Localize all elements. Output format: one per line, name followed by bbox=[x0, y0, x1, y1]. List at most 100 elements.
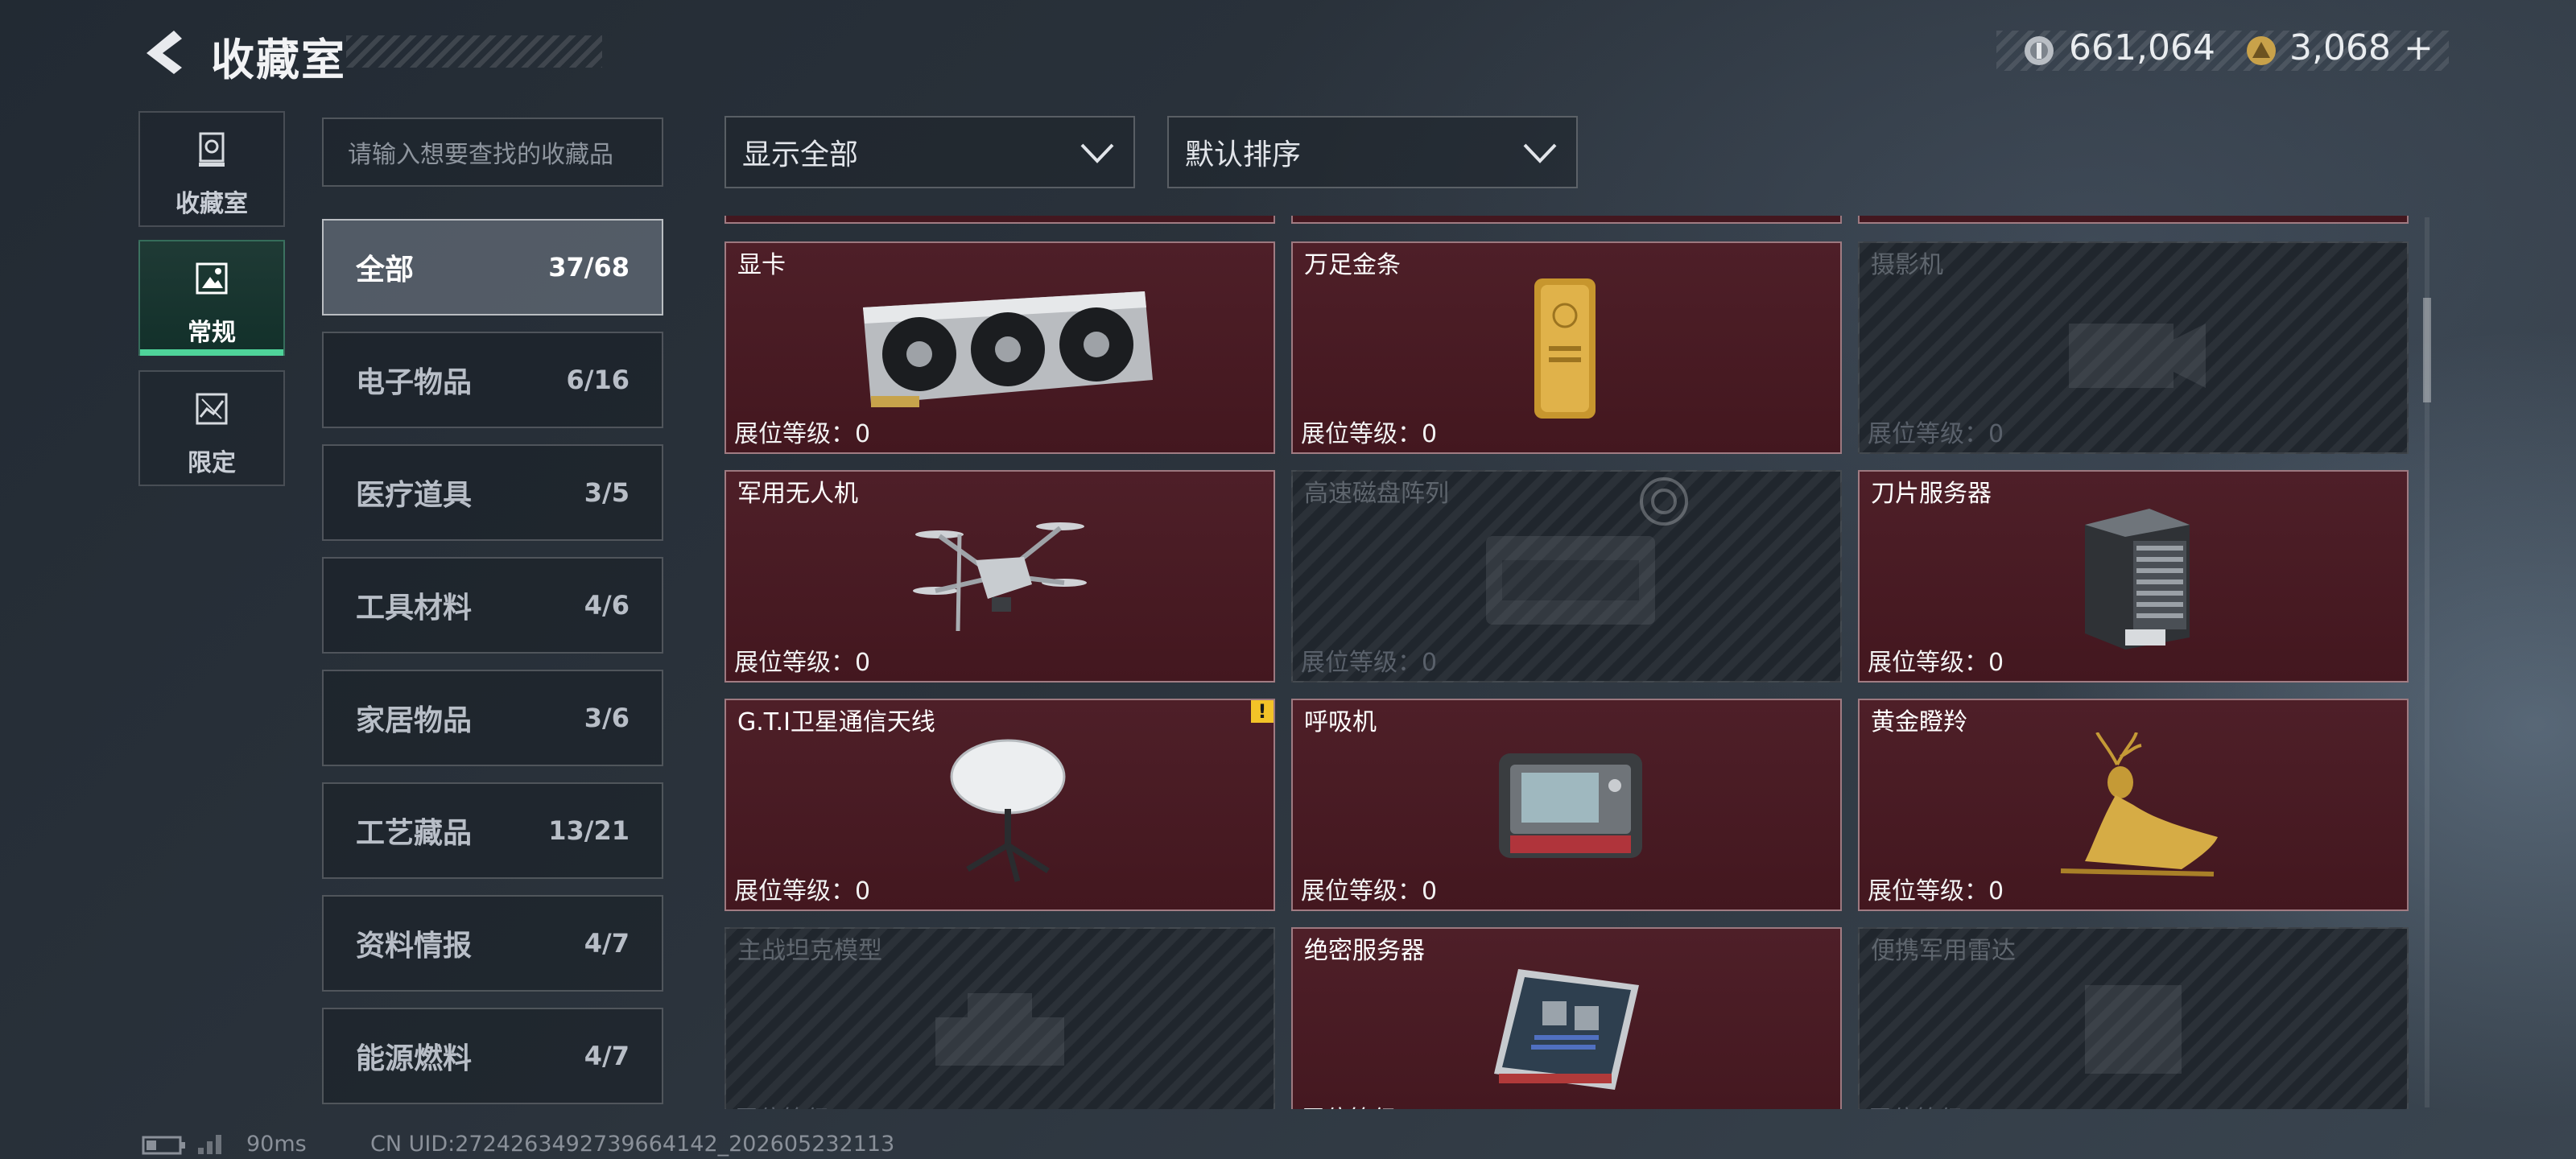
sort-value: 默认排序 bbox=[1185, 138, 1302, 171]
item-card-partial[interactable] bbox=[724, 216, 1275, 224]
category-count: 4/7 bbox=[584, 1041, 630, 1071]
item-name: 军用无人机 bbox=[737, 480, 858, 508]
item-card-graphics-card[interactable]: 显卡 展位等级：0 bbox=[724, 241, 1275, 454]
rail-tab-limited[interactable]: 限定 bbox=[138, 370, 285, 486]
category-name: 家居物品 bbox=[356, 704, 473, 737]
currency-gold-amount: 3,068 bbox=[2289, 27, 2391, 68]
category-count: 3/6 bbox=[584, 703, 630, 733]
item-name: 主战坦克模型 bbox=[737, 937, 882, 965]
item-card-partial[interactable] bbox=[1858, 216, 2409, 224]
rail-tab-label: 收藏室 bbox=[175, 190, 248, 218]
item-name: 绝密服务器 bbox=[1304, 937, 1425, 965]
category-medical[interactable]: 医疗道具 3/5 bbox=[322, 444, 663, 541]
warning-badge[interactable]: ! bbox=[1251, 700, 1274, 723]
item-name: G.T.I卫星通信天线 bbox=[737, 708, 935, 736]
item-level: 展位等级：0 bbox=[1868, 1099, 2004, 1109]
trophy-icon bbox=[199, 132, 225, 167]
limited-frame-icon bbox=[196, 393, 228, 425]
sort-dropdown[interactable]: 默认排序 bbox=[1167, 116, 1578, 188]
item-card-camera[interactable]: 摄影机 展位等级：0 bbox=[1858, 241, 2409, 454]
filter-show-value: 显示全部 bbox=[742, 138, 859, 171]
item-card-blade-server[interactable]: 刀片服务器 展位等级：0 bbox=[1858, 470, 2409, 683]
signal-icon bbox=[198, 1135, 221, 1154]
page-title: 收藏室 bbox=[211, 35, 346, 85]
collection-grid: 显卡 展位等级：0 万足金条 展位等级：0 摄影机 展位等级：0 军用无人机 展… bbox=[724, 216, 2412, 1109]
image-frame-icon bbox=[196, 262, 228, 295]
category-count: 3/5 bbox=[584, 477, 630, 508]
category-count: 4/7 bbox=[584, 928, 630, 959]
satellite-antenna-image bbox=[950, 739, 1066, 882]
item-level: 展位等级：0 bbox=[1868, 420, 2004, 448]
drone-image bbox=[913, 522, 1087, 632]
item-level: 展位等级：0 bbox=[734, 420, 871, 448]
item-name: 便携军用雷达 bbox=[1871, 937, 2016, 965]
category-name: 工具材料 bbox=[356, 592, 473, 625]
rail-tab-collection-room[interactable]: 收藏室 bbox=[138, 111, 285, 227]
battery-icon bbox=[142, 1136, 185, 1155]
chevron-down-icon bbox=[1080, 143, 1114, 163]
item-name: 黄金瞪羚 bbox=[1871, 708, 1967, 736]
item-level: 展位等级：0 bbox=[1301, 420, 1438, 448]
item-card-top-secret-server[interactable]: 绝密服务器 展位等级：0 bbox=[1291, 927, 1842, 1109]
category-electronics[interactable]: 电子物品 6/16 bbox=[322, 332, 663, 428]
search-input[interactable]: 请输入想要查找的收藏品 bbox=[322, 118, 663, 187]
item-card-military-drone[interactable]: 军用无人机 展位等级：0 bbox=[724, 470, 1275, 683]
ping-value: 90ms bbox=[246, 1132, 307, 1157]
category-energy[interactable]: 能源燃料 4/7 bbox=[322, 1008, 663, 1104]
item-card-partial[interactable] bbox=[1291, 216, 1842, 224]
item-name: 呼吸机 bbox=[1304, 708, 1377, 736]
category-name: 医疗道具 bbox=[356, 479, 473, 512]
item-name: 摄影机 bbox=[1871, 251, 1943, 279]
title-decoration bbox=[346, 35, 602, 68]
rail-tab-label: 常规 bbox=[188, 319, 236, 347]
category-name: 电子物品 bbox=[356, 366, 473, 399]
blade-server-image bbox=[2085, 509, 2190, 650]
category-name: 资料情报 bbox=[356, 930, 473, 963]
item-card-golden-gazelle[interactable]: 黄金瞪羚 展位等级：0 bbox=[1858, 699, 2409, 911]
item-level: 展位等级：0 bbox=[1868, 877, 2004, 905]
graphics-card-image bbox=[863, 291, 1153, 407]
category-name: 全部 bbox=[356, 254, 415, 287]
scrollbar-thumb[interactable] bbox=[2423, 298, 2431, 402]
item-level: 展位等级：0 bbox=[1301, 1099, 1437, 1109]
item-card-satellite-antenna[interactable]: G.T.I卫星通信天线 ! 展位等级：0 bbox=[724, 699, 1275, 911]
camera-image bbox=[2069, 324, 2206, 388]
gold-bar-image bbox=[1534, 278, 1596, 419]
add-currency-button[interactable]: + bbox=[2404, 27, 2434, 68]
item-level: 展位等级：0 bbox=[1868, 649, 2004, 677]
item-name: 显卡 bbox=[737, 251, 786, 279]
item-card-portable-radar[interactable]: 便携军用雷达 展位等级：0 bbox=[1858, 927, 2409, 1109]
item-level: 展位等级：0 bbox=[734, 649, 871, 677]
portable-radar-image bbox=[2085, 985, 2182, 1074]
category-tools[interactable]: 工具材料 4/6 bbox=[322, 557, 663, 654]
item-level: 展位等级：0 bbox=[1301, 649, 1438, 677]
tank-model-image bbox=[935, 993, 1064, 1066]
active-tab-indicator bbox=[140, 349, 283, 356]
server-board-image bbox=[1494, 969, 1639, 1090]
ventilator-image bbox=[1499, 753, 1642, 858]
category-count: 4/6 bbox=[584, 590, 630, 621]
item-card-gold-bar[interactable]: 万足金条 展位等级：0 bbox=[1291, 241, 1842, 454]
category-all[interactable]: 全部 37/68 bbox=[322, 219, 663, 316]
category-count: 6/16 bbox=[566, 365, 630, 395]
back-arrow-icon[interactable] bbox=[138, 27, 187, 76]
item-level: 展位等级：0 bbox=[734, 1099, 870, 1109]
filter-show-dropdown[interactable]: 显示全部 bbox=[724, 116, 1135, 188]
chevron-down-icon bbox=[1523, 143, 1557, 163]
category-household[interactable]: 家居物品 3/6 bbox=[322, 670, 663, 766]
item-name: 万足金条 bbox=[1304, 251, 1401, 279]
item-card-tank-model[interactable]: 主战坦克模型 展位等级：0 bbox=[724, 927, 1275, 1109]
category-intel[interactable]: 资料情报 4/7 bbox=[322, 895, 663, 992]
item-card-disk-array[interactable]: 高速磁盘阵列 展位等级：0 bbox=[1291, 470, 1842, 683]
golden-gazelle-image bbox=[2060, 732, 2218, 876]
item-name: 高速磁盘阵列 bbox=[1304, 480, 1449, 508]
disk-array-image bbox=[1486, 536, 1655, 625]
item-card-ventilator[interactable]: 呼吸机 展位等级：0 bbox=[1291, 699, 1842, 911]
silver-coin-icon bbox=[2025, 36, 2054, 65]
item-level: 展位等级：0 bbox=[734, 877, 871, 905]
item-name: 刀片服务器 bbox=[1871, 480, 1992, 508]
category-crafts[interactable]: 工艺藏品 13/21 bbox=[322, 782, 663, 879]
rail-tab-regular[interactable]: 常规 bbox=[138, 240, 285, 356]
item-level: 展位等级：0 bbox=[1301, 877, 1438, 905]
category-count: 37/68 bbox=[548, 252, 630, 283]
